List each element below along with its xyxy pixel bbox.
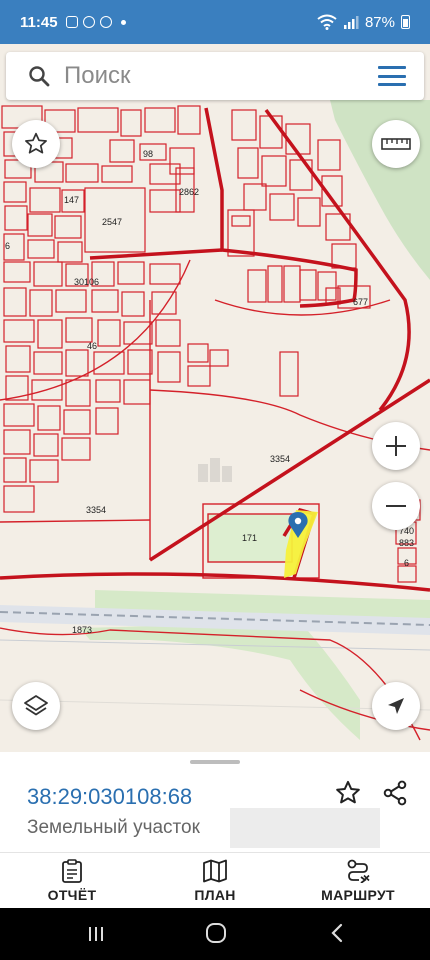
parcel-label: 677	[353, 297, 368, 307]
clipboard-icon	[62, 859, 82, 883]
zoom-in-button[interactable]	[372, 422, 420, 470]
zoom-out-button[interactable]	[372, 482, 420, 530]
home-icon[interactable]	[205, 922, 227, 944]
background-watermark	[230, 808, 380, 848]
parcel-label: 3354	[270, 454, 290, 464]
navigation-arrow-icon	[388, 698, 404, 714]
status-time: 11:45	[20, 13, 58, 31]
parcel-label: 1873	[72, 625, 92, 635]
search-icon	[29, 66, 50, 87]
more-notifications-icon	[120, 19, 126, 25]
nav-route-label: МАРШРУТ	[321, 887, 395, 903]
system-navigation-bar	[0, 908, 430, 960]
parcel-label: 6	[404, 558, 409, 568]
signal-icon	[343, 16, 359, 29]
parcel-type: Земельный участок	[27, 817, 200, 838]
plus-icon	[386, 436, 406, 456]
battery-icon	[401, 15, 410, 29]
viber-notification-icon	[82, 16, 95, 28]
favorites-button[interactable]	[12, 120, 60, 168]
battery-percent: 87%	[364, 13, 395, 31]
search-bar[interactable]: Поиск	[6, 52, 424, 100]
nav-report-label: ОТЧЁТ	[47, 887, 97, 903]
recent-apps-icon[interactable]	[86, 924, 106, 944]
layers-button[interactable]	[12, 682, 60, 730]
measure-button[interactable]	[372, 120, 420, 168]
nav-report[interactable]: ОТЧЁТ	[17, 859, 127, 903]
wifi-icon	[317, 14, 337, 30]
parcel-label: 3354	[86, 505, 106, 515]
cadastral-number[interactable]: 38:29:030108:68	[27, 784, 192, 810]
nav-route[interactable]: МАРШРУТ	[303, 859, 413, 903]
my-location-button[interactable]	[372, 682, 420, 730]
parcel-label: 147	[64, 195, 79, 205]
parcel-label: 46	[87, 341, 97, 351]
menu-icon[interactable]	[378, 66, 406, 86]
search-input[interactable]: Поиск	[64, 62, 378, 90]
share-icon[interactable]	[381, 779, 409, 807]
parcel-label: 6	[5, 241, 10, 251]
notification-icons	[65, 16, 126, 28]
nav-plan[interactable]: ПЛАН	[160, 859, 270, 903]
parcel-label: 98	[143, 149, 153, 159]
bottom-navigation: ОТЧЁТ ПЛАН МАРШРУТ	[0, 852, 430, 908]
minus-icon	[386, 505, 406, 507]
nav-plan-label: ПЛАН	[194, 887, 236, 903]
parcel-label: 883	[399, 538, 414, 548]
viber-notification-icon-2	[99, 16, 112, 28]
bottom-sheet-handle[interactable]	[190, 760, 240, 764]
parcel-label: 30106	[74, 277, 99, 287]
cadastral-map[interactable]: 98 147 2547 2862 6 30106 46 677 3354 335…	[0, 44, 430, 752]
gallery-notification-icon	[65, 16, 78, 28]
status-bar: 11:45 87%	[0, 0, 430, 44]
parcel-label: 2547	[102, 217, 122, 227]
star-outline-icon	[25, 132, 47, 154]
map-icon	[203, 859, 227, 883]
parcel-label: 171	[242, 533, 257, 543]
favorite-parcel-star-icon[interactable]	[334, 779, 362, 807]
layers-icon	[24, 695, 48, 716]
route-icon	[347, 859, 370, 883]
ruler-icon	[381, 138, 411, 150]
map-view[interactable]: 98 147 2547 2862 6 30106 46 677 3354 335…	[0, 44, 430, 752]
parcel-label: 2862	[179, 187, 199, 197]
back-icon[interactable]	[327, 922, 347, 944]
